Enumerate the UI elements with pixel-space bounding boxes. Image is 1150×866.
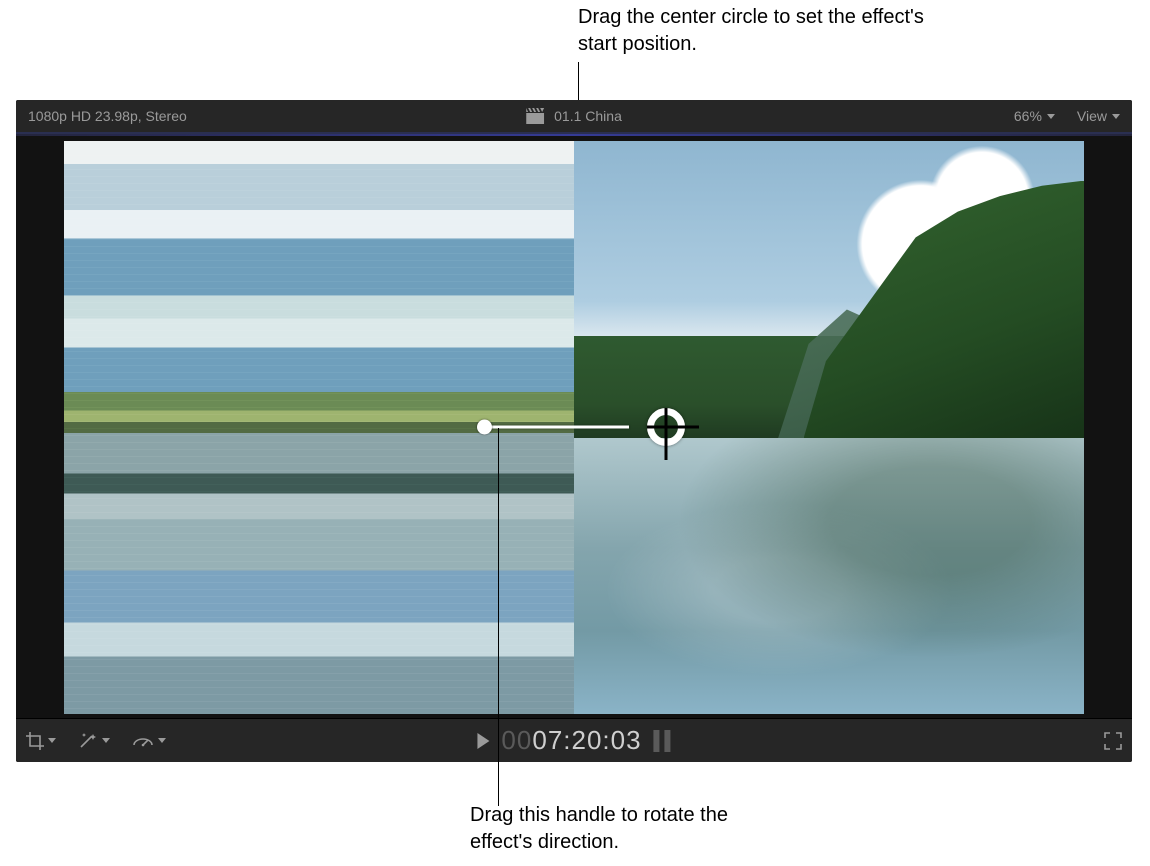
fullscreen-button[interactable] [1104, 732, 1122, 750]
wand-icon [78, 732, 98, 750]
chevron-down-icon [102, 738, 110, 743]
fullscreen-icon [1104, 732, 1122, 750]
retime-icon [132, 733, 154, 749]
timecode-dim: 00 [501, 725, 532, 755]
timecode-rest: 7:20:03 [548, 725, 642, 755]
zoom-label: 66% [1014, 108, 1042, 124]
clapper-icon [526, 108, 544, 124]
playback-group: 0007:20:03 [477, 725, 670, 756]
chevron-down-icon [48, 738, 56, 743]
viewer-top-bar: 1080p HD 23.98p, Stereo 01.1 China 66% V… [16, 100, 1132, 134]
timecode-h: 0 [532, 725, 547, 755]
crop-tool-dropdown[interactable] [26, 732, 56, 750]
timecode-display[interactable]: 0007:20:03 [501, 725, 641, 756]
retime-tool-dropdown[interactable] [132, 733, 166, 749]
image-mountain-near [804, 181, 1085, 439]
viewer-canvas[interactable] [16, 136, 1132, 718]
viewer-window: 1080p HD 23.98p, Stereo 01.1 China 66% V… [16, 100, 1132, 762]
callout-top: Drag the center circle to set the effect… [578, 4, 938, 58]
chevron-down-icon [158, 738, 166, 743]
enhance-tool-dropdown[interactable] [78, 732, 110, 750]
callout-leader-bottom [498, 428, 499, 806]
chevron-down-icon [1047, 114, 1055, 119]
image-water [574, 438, 1084, 713]
callout-bottom: Drag this handle to rotate the effect's … [470, 802, 770, 856]
video-frame [64, 141, 1084, 714]
clip-title: 01.1 China [554, 108, 622, 124]
view-dropdown[interactable]: View [1077, 108, 1120, 124]
view-label: View [1077, 108, 1107, 124]
image-right-half [574, 141, 1084, 714]
loop-icon[interactable] [654, 730, 671, 752]
zoom-dropdown[interactable]: 66% [1014, 108, 1055, 124]
clip-title-group: 01.1 China [526, 108, 622, 124]
crop-icon [26, 732, 44, 750]
format-label: 1080p HD 23.98p, Stereo [28, 108, 187, 124]
chevron-down-icon [1112, 114, 1120, 119]
viewer-bottom-bar: 0007:20:03 [16, 718, 1132, 762]
play-button[interactable] [477, 733, 489, 749]
